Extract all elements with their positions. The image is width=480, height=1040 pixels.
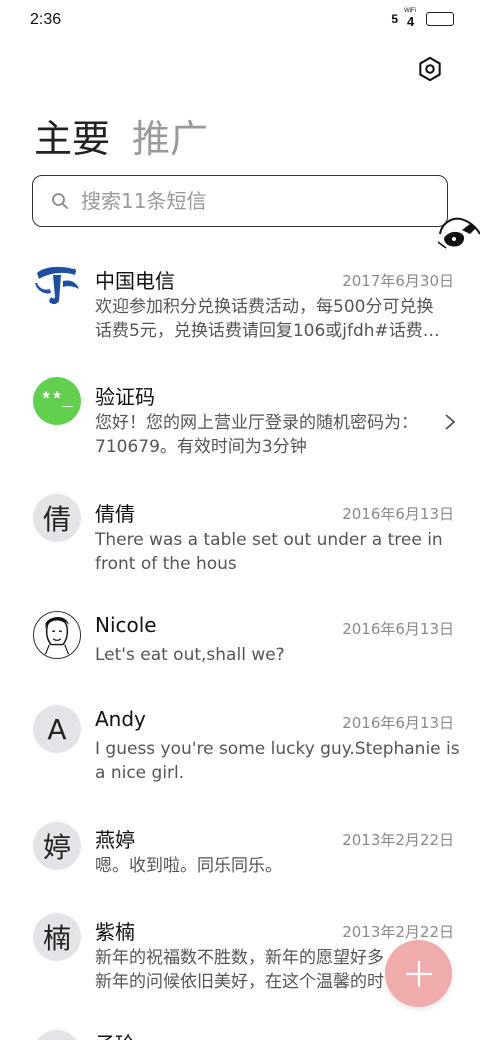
list-item[interactable]: A Andy 2016年6月13日 I guess you're some lu… <box>0 691 480 801</box>
avatar: A <box>33 705 81 753</box>
avatar: 楠 <box>33 913 81 961</box>
status-time: 2:36 <box>30 11 62 28</box>
message-preview: 您好！您的网上营业厅登录的随机密码为： 710679。有效时间为3分钟 <box>95 413 418 457</box>
contact-name: 验证码 <box>95 385 155 409</box>
message-date: 2013年2月22日 <box>342 831 454 849</box>
message-date: 2017年6月30日 <box>342 272 454 290</box>
search-input[interactable] <box>81 189 421 213</box>
avatar <box>33 611 81 659</box>
status-icons: 5 WiFi 4 <box>391 8 454 29</box>
contact-name: 子玲 <box>95 1028 135 1040</box>
contact-name: 紫楠 <box>95 920 135 944</box>
message-date: 2016年6月13日 <box>342 505 454 523</box>
list-item[interactable]: 婷 燕婷 2013年2月22日 嗯。收到啦。同乐同乐。 <box>0 808 480 898</box>
portrait-sketch-icon <box>44 617 70 655</box>
search-icon <box>52 193 68 209</box>
settings-button[interactable] <box>416 55 444 83</box>
china-telecom-logo-icon <box>35 266 79 304</box>
avatar <box>33 1030 81 1040</box>
message-preview: 新年的祝福数不胜数，新年的愿望好多 新年的问候依旧美好，在这个温馨的时 <box>95 948 384 992</box>
avatar: **_ <box>33 377 81 425</box>
settings-icon <box>419 56 441 82</box>
wifi-icon: WiFi 4 <box>404 8 416 29</box>
message-preview: There was a table set out under a tree i… <box>95 530 443 574</box>
list-item[interactable]: Nicole 2016年6月13日 Let's eat out,shall we… <box>0 597 480 687</box>
contact-name: 燕婷 <box>95 828 135 852</box>
chevron-right-icon[interactable] <box>444 413 456 431</box>
list-item[interactable]: 倩 倩倩 2016年6月13日 There was a table set ou… <box>0 480 480 590</box>
category-tabs: 主要 推广 <box>34 108 208 163</box>
status-bar: 2:36 5 WiFi 4 <box>0 0 480 40</box>
plus-icon <box>405 960 432 987</box>
tab-primary[interactable]: 主要 <box>34 108 110 163</box>
avatar: 倩 <box>33 494 81 542</box>
list-item[interactable]: **_ 验证码 您好！您的网上营业厅登录的随机密码为： 710679。有效时间为… <box>0 363 480 473</box>
battery-icon <box>426 12 454 26</box>
list-item[interactable]: 中国电信 2017年6月30日 欢迎参加积分兑换话费活动，每500分可兑换 话费… <box>0 245 480 355</box>
message-preview: 欢迎参加积分兑换话费活动，每500分可兑换 话费5元，兑换话费请回复106或jf… <box>95 297 440 341</box>
message-date: 2016年6月13日 <box>342 620 454 638</box>
avatar <box>33 261 81 309</box>
compose-button[interactable] <box>385 940 452 1007</box>
message-preview: Let's eat out,shall we? <box>95 645 285 665</box>
tab-promotions[interactable]: 推广 <box>132 108 208 163</box>
search-bar[interactable] <box>32 175 448 227</box>
message-date: 2016年6月13日 <box>342 714 454 732</box>
message-preview: I guess you're some lucky guy.Stephanie … <box>95 739 459 783</box>
contact-name: 倩倩 <box>95 502 135 526</box>
contact-name: 中国电信 <box>95 269 175 293</box>
contact-name: Nicole <box>95 613 157 637</box>
signal-indicator: 5 <box>391 12 398 26</box>
avatar: 婷 <box>33 822 81 870</box>
message-preview: 嗯。收到啦。同乐同乐。 <box>95 856 282 876</box>
message-date: 2013年2月22日 <box>342 923 454 941</box>
contact-name: Andy <box>95 707 146 731</box>
